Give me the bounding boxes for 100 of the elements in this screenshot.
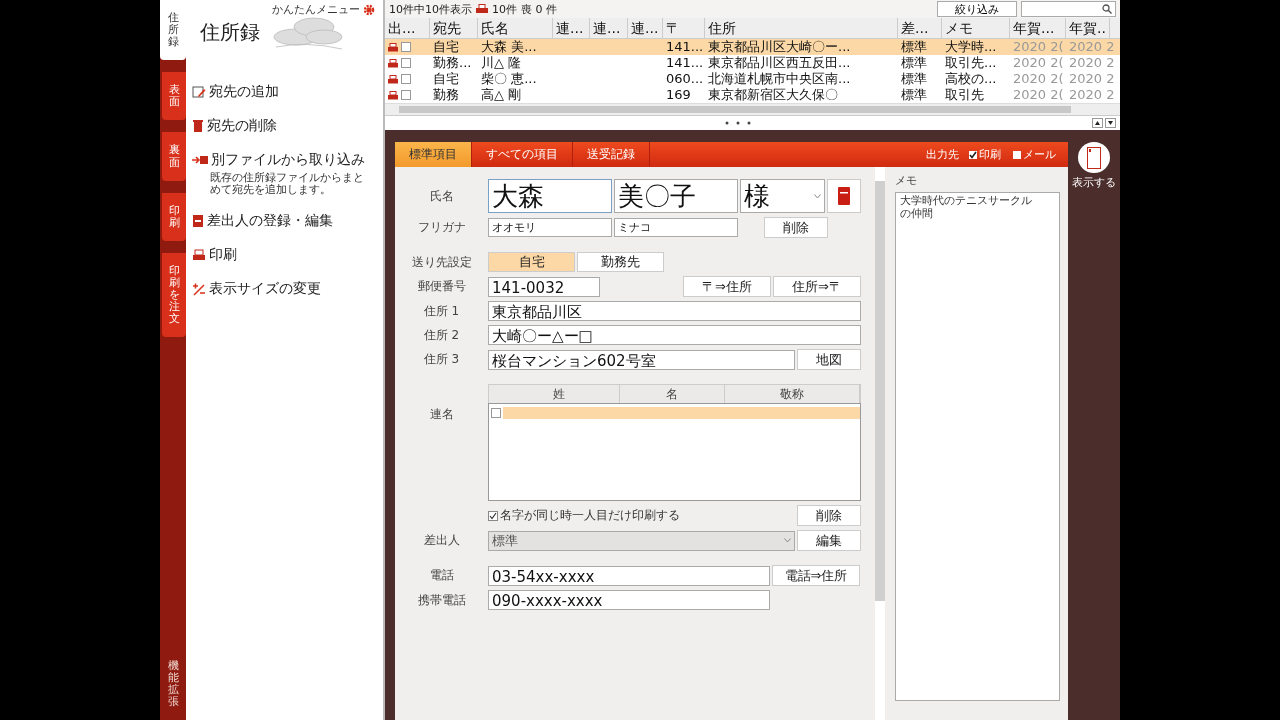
search-field[interactable] [1021,1,1116,17]
form-tab[interactable]: 送受記録 [573,142,650,167]
table-cell: 取引先 [945,87,984,103]
last-name-field[interactable]: 大森 [488,179,612,213]
column-header[interactable]: 年賀.. [1066,18,1110,38]
menu-title: 住所録 [200,18,260,46]
field-label: 電話 [428,567,455,584]
table-cell: 141... [666,39,704,55]
column-header[interactable]: 〒 [663,18,705,38]
menu-item[interactable]: 別ファイルから取り込み [192,151,383,169]
table-cell: 2020 2 [1069,71,1115,87]
address-field[interactable]: 大崎〇ー△ー□ [488,325,861,345]
checkbox[interactable] [401,74,411,84]
memo-label: メモ [894,173,918,188]
table-row[interactable]: 勤務... 川△ 隆 141... 東京都品川区西五反田... 標準 取引先... 2020 2( 2020 2 [385,55,1120,71]
destination-toggle[interactable]: 自宅 [488,252,575,272]
phone-to-address-button[interactable]: 電話⇒住所 [772,565,860,586]
side-tab[interactable]: 機能拡張 [160,659,186,708]
checkbox[interactable] [969,150,977,159]
honorific-dropdown[interactable]: 様 [740,179,825,213]
table-cell: 東京都品川区西五反田... [708,55,851,71]
column-header[interactable]: 氏名 [478,18,553,38]
address-field[interactable]: 桜台マンション602号室 [488,349,795,370]
checkbox[interactable] [401,42,411,52]
checkbox[interactable] [491,408,501,418]
column-header[interactable]: 宛先 [430,18,478,38]
memo-field[interactable]: 大学時代のテニスサークルの仲間 [894,192,1060,701]
field-label: 氏名 [428,187,455,205]
side-tab[interactable]: 裏面 [162,132,186,181]
field-label: 住所 3 [422,351,461,368]
checkbox[interactable] [488,510,498,521]
column-header[interactable]: 住所 [705,18,898,38]
search-icon [1102,4,1112,14]
checkbox-label[interactable]: 名字が同じ時一人目だけ印刷する [500,507,680,524]
convert-button[interactable]: 住所⇒〒 [773,276,861,297]
address-book-button[interactable] [827,179,861,213]
printer-icon [388,74,398,84]
checkbox-label[interactable]: メール [1023,147,1056,162]
column-header[interactable]: 連... [628,18,663,38]
table-cell: 大学時... [945,39,997,55]
edit-icon [192,85,206,99]
form-tab[interactable]: 標準項目 [395,142,472,167]
book-icon [838,187,850,205]
edit-button[interactable]: 編集 [797,530,861,551]
table-cell: 169 [666,87,691,103]
column-header[interactable]: 差... [898,18,942,38]
side-tab[interactable]: 印刷 [162,192,186,241]
first-name-field[interactable]: 美〇子 [614,179,738,213]
side-tab[interactable]: 住所録 [160,0,186,61]
delete-button[interactable]: 削除 [764,217,828,238]
output-label: 出力先 [926,147,959,162]
column-header[interactable]: 年賀... [1010,18,1066,38]
show-button[interactable]: 表示する [1072,142,1116,190]
menu-item[interactable]: 宛先の削除 [192,117,383,135]
page-icon [1087,146,1101,169]
convert-button[interactable]: 〒⇒住所 [683,276,771,297]
menu-item[interactable]: 宛先の追加 [192,83,383,101]
up-arrow-icon[interactable] [1092,118,1103,128]
side-tab[interactable]: 表面 [162,72,186,121]
table-row[interactable]: 自宅 柴〇 恵... 060... 北海道札幌市中央区南... 標準 高校の... 2020 2( 2020 2 [385,71,1120,87]
printer-icon [388,42,398,52]
last-name-reading-field[interactable]: オオモリ [488,218,612,237]
address-field[interactable]: 東京都品川区 [488,301,861,321]
map-button[interactable]: 地図 [797,349,861,370]
destination-toggle[interactable]: 勤務先 [577,252,664,272]
down-arrow-icon[interactable] [1105,118,1116,128]
horizontal-scrollbar[interactable] [385,103,1120,115]
checkbox-label[interactable]: 印刷 [979,147,1001,162]
checkbox[interactable] [401,90,411,100]
caret-icon [814,193,821,199]
vertical-scrollbar[interactable] [875,167,885,720]
first-name-reading-field[interactable]: ミナコ [614,218,738,237]
sender-dropdown[interactable]: 標準 [488,530,795,551]
side-tab[interactable]: 印刷を注文 [162,252,186,338]
table-cell: 東京都新宿区大久保〇 [708,87,838,103]
mobile-phone-field[interactable]: 090-xxxx-xxxx [488,590,770,610]
table-cell: 勤務 [433,87,459,103]
menu-item[interactable]: 差出人の登録・編集 [192,212,383,231]
form-tab[interactable]: すべての項目 [472,142,573,167]
column-header[interactable]: メモ [942,18,1010,38]
postal-code-field[interactable]: 141-0032 [488,276,600,297]
delete-button[interactable]: 削除 [797,505,861,526]
field-label: 送り先設定 [410,253,473,271]
table-row[interactable]: 自宅 大森 美... 141... 東京都品川区大崎〇ー... 標準 大学時... 2020 2( 2020 2 [385,39,1120,55]
table-cell: 自宅 [433,71,459,87]
menu-item[interactable]: 印刷 [192,246,383,265]
menu-item[interactable]: 表示サイズの変更 [192,280,383,299]
table-cell: 自宅 [433,39,459,55]
gear-icon[interactable] [363,3,375,16]
column-header[interactable]: 連... [553,18,590,38]
table-cell: 柴〇 恵... [481,71,537,87]
column-header[interactable]: 連... [590,18,628,38]
checkbox[interactable] [1013,150,1021,159]
splitter-handle-icon[interactable] [724,121,751,125]
column-header[interactable]: 出... [385,18,430,38]
easy-menu-link[interactable]: かんたんメニュー [272,2,360,17]
checkbox[interactable] [401,58,411,68]
filter-button[interactable]: 絞り込み [937,1,1017,17]
phone-field[interactable]: 03-54xx-xxxx [488,565,770,586]
table-row[interactable]: 勤務 高△ 剛 169 東京都新宿区大久保〇 標準 取引先 2020 2( 2020 2 [385,87,1120,103]
